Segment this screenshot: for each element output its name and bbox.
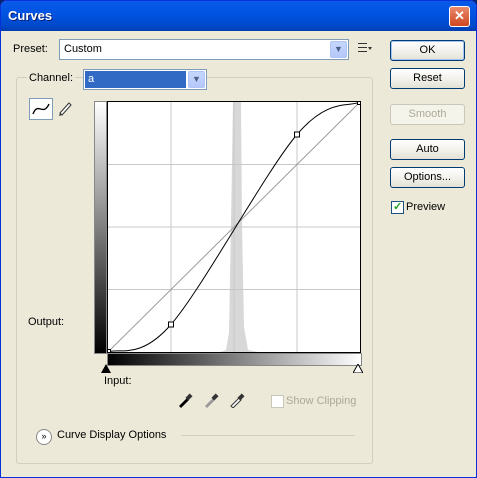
show-clipping-checkbox[interactable] <box>271 395 284 408</box>
input-label: Input: <box>104 375 132 387</box>
channel-label: Channel: <box>27 72 76 84</box>
auto-button[interactable]: Auto <box>390 139 465 160</box>
title-bar: Curves ✕ <box>1 1 476 31</box>
preview-checkbox[interactable]: ✓ <box>391 201 404 214</box>
reset-button[interactable]: Reset <box>390 68 465 89</box>
pencil-icon[interactable] <box>57 100 73 116</box>
curves-dialog: Curves ✕ Preset: Custom ▼ OK Reset Smoot… <box>0 0 477 478</box>
curve-graph[interactable] <box>107 101 361 353</box>
close-icon[interactable]: ✕ <box>449 6 470 27</box>
gray-eyedropper-icon[interactable] <box>203 392 219 408</box>
preset-value: Custom <box>64 43 102 55</box>
chevron-down-icon[interactable]: » <box>36 429 52 445</box>
curve-point[interactable] <box>108 349 111 353</box>
options-button[interactable]: Options... <box>390 167 465 188</box>
window-title: Curves <box>8 8 53 23</box>
ok-button[interactable]: OK <box>390 40 465 61</box>
curve-display-options-label[interactable]: Curve Display Options <box>57 429 166 441</box>
output-label: Output: <box>28 316 65 328</box>
white-point-slider[interactable] <box>352 362 364 374</box>
show-clipping-label: Show Clipping <box>286 395 357 407</box>
channel-value: a <box>88 73 95 85</box>
preset-label: Preset: <box>13 43 48 55</box>
white-eyedropper-icon[interactable] <box>229 392 245 409</box>
curve-point[interactable] <box>294 131 300 138</box>
smooth-button[interactable]: Smooth <box>390 104 465 125</box>
chevron-down-icon: ▼ <box>330 41 347 58</box>
curve-point[interactable] <box>168 321 174 328</box>
input-gradient-bar <box>107 353 362 366</box>
output-gradient-bar <box>94 101 107 354</box>
black-eyedropper-icon[interactable] <box>177 392 193 408</box>
curve-canvas[interactable] <box>108 102 360 352</box>
chevron-down-icon: ▼ <box>188 71 205 88</box>
curve-point-icon[interactable] <box>29 98 53 120</box>
preview-label: Preview <box>406 201 446 213</box>
channel-dropdown[interactable]: a ▼ <box>83 69 207 90</box>
list-menu-icon[interactable] <box>358 42 372 54</box>
curve-point[interactable] <box>357 102 361 105</box>
black-point-slider[interactable] <box>101 364 111 373</box>
preset-dropdown[interactable]: Custom ▼ <box>59 39 349 60</box>
separator-line <box>181 435 355 436</box>
